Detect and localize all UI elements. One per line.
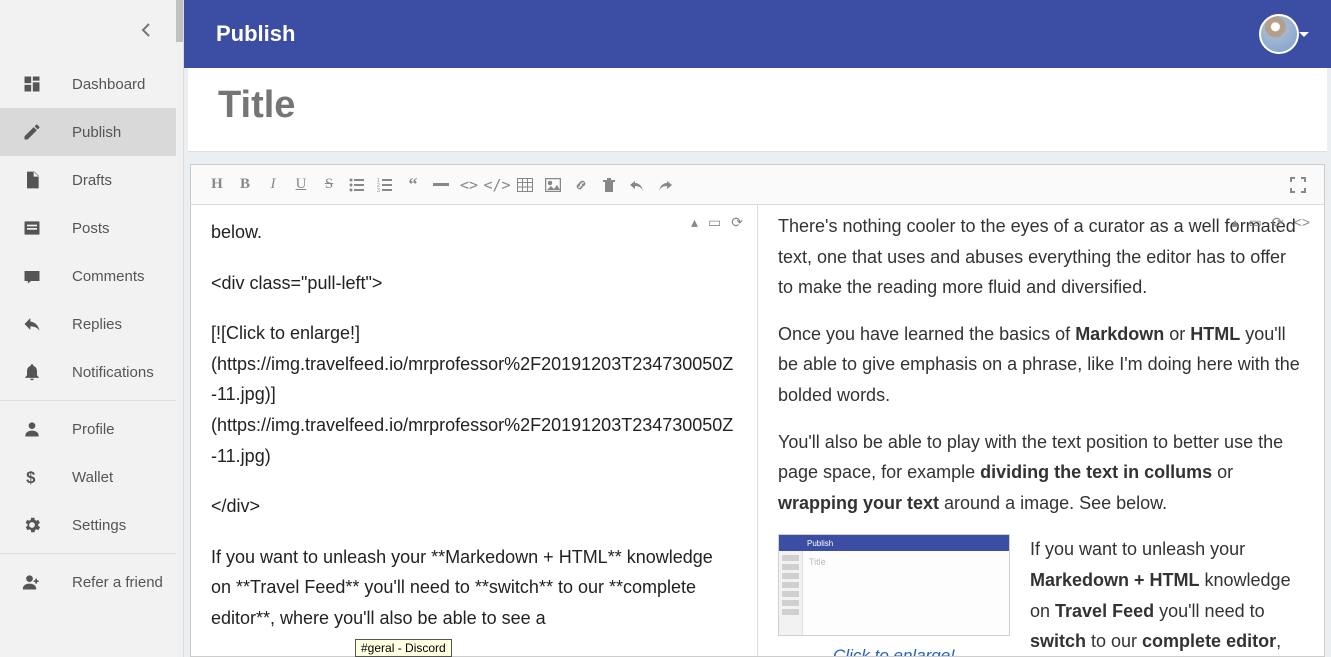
- code-toggle-icon[interactable]: <>: [1294, 211, 1310, 235]
- gear-icon: [20, 513, 44, 537]
- sidebar-item-label: Profile: [72, 421, 115, 438]
- editor-toolbar: H B I U S 123 “ <> </>: [191, 165, 1324, 205]
- topbar: Publish: [184, 0, 1331, 68]
- sidebar-collapse-button[interactable]: [0, 0, 183, 60]
- sidebar-item-notifications[interactable]: Notifications: [0, 348, 183, 396]
- pencil-icon: [20, 120, 44, 144]
- collapse-up-icon[interactable]: ▴: [1232, 211, 1239, 235]
- sidebar-item-settings[interactable]: Settings: [0, 501, 183, 549]
- preview-pane-actions: ▴ ▭ ⟳ <>: [1232, 211, 1310, 235]
- sidebar-item-publish[interactable]: Publish: [0, 108, 183, 156]
- file-icon: [20, 168, 44, 192]
- image-button[interactable]: [539, 171, 567, 199]
- fullscreen-button[interactable]: [1284, 171, 1312, 199]
- page-title: Publish: [216, 21, 295, 47]
- posts-icon: [20, 216, 44, 240]
- codeblock-button[interactable]: </>: [483, 171, 511, 199]
- bold-button[interactable]: B: [231, 171, 259, 199]
- preview-paragraph: There's nothing cooler to the eyes of a …: [778, 211, 1304, 303]
- desktop-preview-icon[interactable]: ▭: [708, 211, 721, 235]
- desktop-preview-icon[interactable]: ▭: [1249, 211, 1262, 235]
- sidebar-item-label: Dashboard: [72, 76, 145, 93]
- title-area: [188, 68, 1327, 152]
- preview-caption[interactable]: Click to enlarge!: [778, 642, 1010, 656]
- table-button[interactable]: [511, 171, 539, 199]
- dollar-icon: $: [20, 465, 44, 489]
- editor-preview-pane: ▴ ▭ ⟳ <> There's nothing cooler to the e…: [758, 205, 1324, 656]
- sidebar-divider: [0, 553, 183, 554]
- comment-icon: [20, 264, 44, 288]
- sidebar-item-label: Drafts: [72, 172, 112, 189]
- editor: H B I U S 123 “ <> </>: [190, 164, 1325, 657]
- collapse-up-icon[interactable]: ▴: [691, 211, 698, 235]
- refresh-icon[interactable]: ⟳: [731, 211, 743, 235]
- code-button[interactable]: <>: [455, 171, 483, 199]
- preview-paragraph: If you want to unleash your Markedown + …: [1030, 534, 1304, 656]
- sidebar-item-label: Posts: [72, 220, 110, 237]
- source-line: If you want to unleash your **Markedown …: [211, 542, 737, 634]
- underline-button[interactable]: U: [287, 171, 315, 199]
- sidebar: Dashboard Publish Drafts Posts Comments …: [0, 0, 184, 657]
- source-line: [![Click to enlarge!](https://img.travel…: [211, 318, 737, 471]
- quote-button[interactable]: “: [399, 171, 427, 199]
- bell-icon: [20, 360, 44, 384]
- post-title-input[interactable]: [218, 84, 1297, 127]
- sidebar-scrollbar[interactable]: [176, 0, 183, 657]
- source-line: </div>: [211, 491, 737, 522]
- refresh-icon[interactable]: ⟳: [1272, 211, 1284, 235]
- redo-button[interactable]: [651, 171, 679, 199]
- source-line: <div class="pull-left">: [211, 268, 737, 299]
- sidebar-item-drafts[interactable]: Drafts: [0, 156, 183, 204]
- preview-paragraph: You'll also be able to play with the tex…: [778, 427, 1304, 519]
- sidebar-item-label: Notifications: [72, 364, 154, 381]
- sidebar-item-label: Replies: [72, 316, 122, 333]
- user-avatar[interactable]: [1259, 14, 1299, 54]
- sidebar-item-label: Settings: [72, 517, 126, 534]
- heading-button[interactable]: H: [203, 171, 231, 199]
- trash-button[interactable]: [595, 171, 623, 199]
- main-area: Publish H B I U S 123 “ <> </>: [184, 0, 1331, 657]
- chevron-left-icon: [141, 23, 151, 37]
- undo-button[interactable]: [623, 171, 651, 199]
- source-line: below.: [211, 217, 737, 248]
- external-tooltip: #geral - Discord: [355, 639, 452, 657]
- sidebar-divider: [0, 400, 183, 401]
- strike-button[interactable]: S: [315, 171, 343, 199]
- reply-icon: [20, 312, 44, 336]
- sidebar-item-posts[interactable]: Posts: [0, 204, 183, 252]
- sidebar-item-label: Publish: [72, 124, 121, 141]
- preview-thumbnail: Publish Title: [778, 534, 1010, 636]
- sidebar-item-profile[interactable]: Profile: [0, 405, 183, 453]
- link-button[interactable]: [567, 171, 595, 199]
- dashboard-icon: [20, 72, 44, 96]
- ol-button[interactable]: 123: [371, 171, 399, 199]
- sidebar-item-comments[interactable]: Comments: [0, 252, 183, 300]
- person-icon: [20, 417, 44, 441]
- sidebar-item-dashboard[interactable]: Dashboard: [0, 60, 183, 108]
- hr-button[interactable]: [427, 171, 455, 199]
- preview-thumbnail-link[interactable]: Publish Title Click to enlarge!: [778, 534, 1010, 656]
- sidebar-item-label: Wallet: [72, 469, 113, 486]
- svg-text:3: 3: [377, 188, 380, 193]
- ul-button[interactable]: [343, 171, 371, 199]
- preview-paragraph: Once you have learned the basics of Mark…: [778, 319, 1304, 411]
- person-add-icon: [20, 570, 44, 594]
- sidebar-item-label: Comments: [72, 268, 145, 285]
- svg-text:$: $: [26, 468, 36, 487]
- source-pane-actions: ▴ ▭ ⟳: [691, 211, 743, 235]
- editor-source-pane[interactable]: ▴ ▭ ⟳ below. <div class="pull-left"> [![…: [191, 205, 758, 656]
- sidebar-item-refer[interactable]: Refer a friend: [0, 558, 183, 606]
- italic-button[interactable]: I: [259, 171, 287, 199]
- sidebar-item-wallet[interactable]: $ Wallet: [0, 453, 183, 501]
- sidebar-item-replies[interactable]: Replies: [0, 300, 183, 348]
- sidebar-item-label: Refer a friend: [72, 574, 163, 591]
